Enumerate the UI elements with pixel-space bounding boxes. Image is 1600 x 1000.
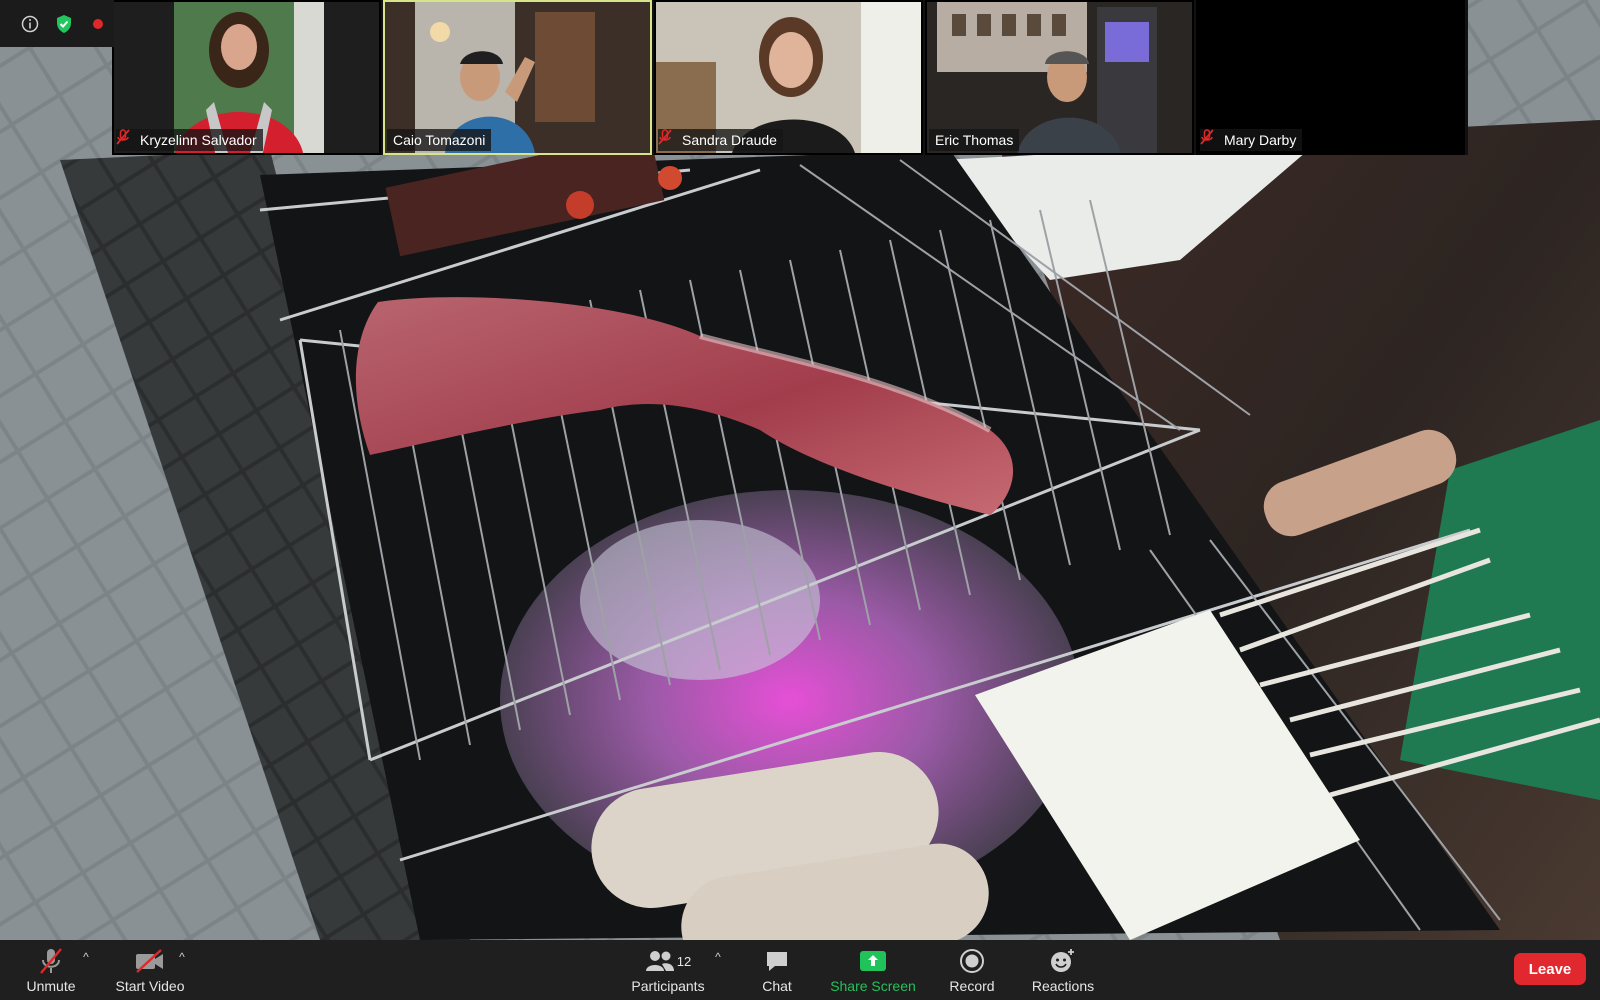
participant-name-label: Kryzelinn Salvador: [116, 129, 263, 151]
participant-gallery-strip: Kryzelinn Salvador Caio Tomazoni Sandra …: [112, 0, 1468, 155]
shield-check-icon[interactable]: [53, 13, 75, 35]
reactions-label: Reactions: [1031, 978, 1095, 994]
participant-tile[interactable]: Sandra Draude: [654, 0, 923, 155]
participant-name: Kryzelinn Salvador: [140, 132, 257, 148]
participant-tile[interactable]: Eric Thomas: [925, 0, 1194, 155]
video-options-chevron-icon[interactable]: ^: [175, 950, 189, 964]
muted-mic-icon: [1200, 129, 1220, 148]
zoom-meeting-window: Kryzelinn Salvador Caio Tomazoni Sandra …: [0, 0, 1600, 1000]
participants-label: Participants: [631, 978, 705, 994]
participant-tile-active-speaker[interactable]: Caio Tomazoni: [383, 0, 652, 155]
participant-name: Caio Tomazoni: [393, 132, 486, 148]
participant-tile[interactable]: Kryzelinn Salvador: [112, 0, 381, 155]
participant-tile[interactable]: Mary Darby: [1196, 0, 1465, 155]
participants-options-chevron-icon[interactable]: ^: [711, 950, 725, 964]
chat-label: Chat: [762, 978, 792, 994]
meeting-status-bar: [0, 0, 114, 47]
muted-microphone-icon: [38, 946, 64, 976]
share-screen-arrow-icon: [859, 946, 887, 976]
info-icon[interactable]: [19, 13, 41, 35]
participant-name-label: Eric Thomas: [929, 129, 1020, 151]
participants-count-badge: 12: [676, 953, 692, 969]
participant-name: Mary Darby: [1224, 132, 1297, 148]
recording-dot-icon: [87, 13, 109, 35]
participants-button[interactable]: 12 Participants: [625, 946, 711, 998]
participant-name-label: Mary Darby: [1200, 129, 1303, 151]
muted-mic-icon: [658, 129, 678, 148]
participant-name-label: Sandra Draude: [658, 129, 783, 151]
record-button[interactable]: Record: [948, 946, 996, 998]
chat-button[interactable]: Chat: [754, 946, 800, 998]
participants-icon: 12: [645, 946, 691, 976]
meeting-toolbar: Unmute ^ Start Video ^ 12 Participants ^…: [0, 940, 1600, 1000]
participant-name-label: Caio Tomazoni: [387, 129, 492, 151]
audio-options-chevron-icon[interactable]: ^: [79, 950, 93, 964]
participant-name: Sandra Draude: [682, 132, 777, 148]
chat-bubble-icon: [764, 946, 790, 976]
share-screen-button[interactable]: Share Screen: [828, 946, 918, 998]
start-video-label: Start Video: [115, 978, 185, 994]
record-icon: [959, 946, 985, 976]
reactions-button[interactable]: Reactions: [1030, 946, 1096, 998]
leave-meeting-button[interactable]: Leave: [1514, 953, 1586, 985]
share-screen-label: Share Screen: [830, 978, 916, 994]
unmute-button[interactable]: Unmute: [22, 946, 80, 998]
record-label: Record: [949, 978, 995, 994]
participant-name: Eric Thomas: [935, 132, 1014, 148]
muted-mic-icon: [116, 129, 136, 148]
unmute-label: Unmute: [26, 978, 76, 994]
video-off-camera-icon: [134, 946, 166, 976]
emoji-reactions-icon: [1049, 946, 1077, 976]
